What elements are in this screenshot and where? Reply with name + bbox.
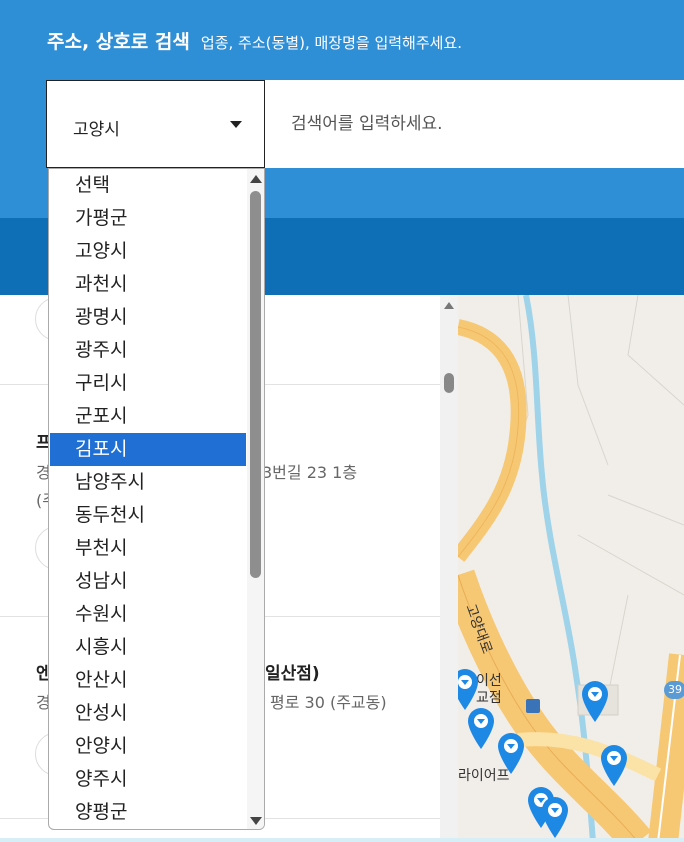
search-input[interactable] [265, 80, 684, 168]
page-subtitle: 업종, 주소(동별), 매장명을 입력해주세요. [200, 34, 463, 52]
scroll-down-icon[interactable] [250, 817, 262, 825]
city-option[interactable]: 가평군 [50, 202, 246, 235]
map-pin-icon[interactable] [599, 743, 629, 787]
chevron-down-icon [230, 121, 242, 128]
city-dropdown-list[interactable]: 선택 가평군 고양시 과천시 광명시 광주시 구리시 군포시 김포시 남양주시 … [48, 168, 265, 830]
list-scrollbar[interactable] [440, 295, 458, 842]
city-option[interactable]: 선택 [50, 169, 246, 202]
city-option[interactable]: 시흥시 [50, 631, 246, 664]
city-option[interactable]: 양주시 [50, 763, 246, 796]
city-option[interactable]: 부천시 [50, 532, 246, 565]
map-pin-icon[interactable] [458, 667, 480, 711]
map-pin-icon[interactable] [580, 679, 610, 723]
scroll-up-icon[interactable] [444, 302, 454, 309]
city-option[interactable]: 안산시 [50, 664, 246, 697]
city-select-value: 고양시 [73, 120, 120, 140]
map-view[interactable]: 고양대로 이선 교점 라이어프 39 [458, 295, 684, 842]
scroll-thumb[interactable] [250, 191, 261, 578]
dropdown-scrollbar[interactable] [247, 169, 264, 829]
city-option[interactable]: 성남시 [50, 565, 246, 598]
city-option[interactable]: 수원시 [50, 598, 246, 631]
map-pin-icon[interactable] [496, 731, 526, 775]
city-option[interactable]: 안양시 [50, 730, 246, 763]
city-option[interactable]: 광명시 [50, 301, 246, 334]
city-option[interactable]: 남양주시 [50, 466, 246, 499]
store-address-tail: 3번길 23 1층 [262, 463, 358, 482]
city-option-selected[interactable]: 김포시 [50, 433, 246, 466]
city-option[interactable]: 광주시 [50, 334, 246, 367]
map-pin-icon[interactable] [540, 795, 570, 839]
bottom-border [0, 838, 684, 842]
city-option[interactable]: 군포시 [50, 400, 246, 433]
city-option[interactable]: 양평군 [50, 796, 246, 829]
map-canvas [458, 295, 684, 842]
search-title-row: 주소, 상호로 검색 업종, 주소(동별), 매장명을 입력해주세요. [47, 27, 462, 54]
store-name-tail[interactable]: 일산점) [265, 659, 320, 684]
city-option[interactable]: 안성시 [50, 697, 246, 730]
city-option[interactable]: 과천시 [50, 268, 246, 301]
route-number-label: 39 [668, 683, 682, 696]
store-address-tail: 평로 30 (주교동) [270, 693, 387, 712]
city-option[interactable]: 구리시 [50, 367, 246, 400]
city-option[interactable]: 동두천시 [50, 499, 246, 532]
map-pin-icon[interactable] [466, 706, 496, 750]
scroll-up-icon[interactable] [250, 175, 262, 183]
city-select[interactable]: 고양시 [46, 80, 265, 168]
page-title: 주소, 상호로 검색 [47, 31, 190, 53]
city-option[interactable]: 고양시 [50, 235, 246, 268]
scroll-thumb[interactable] [444, 373, 454, 393]
